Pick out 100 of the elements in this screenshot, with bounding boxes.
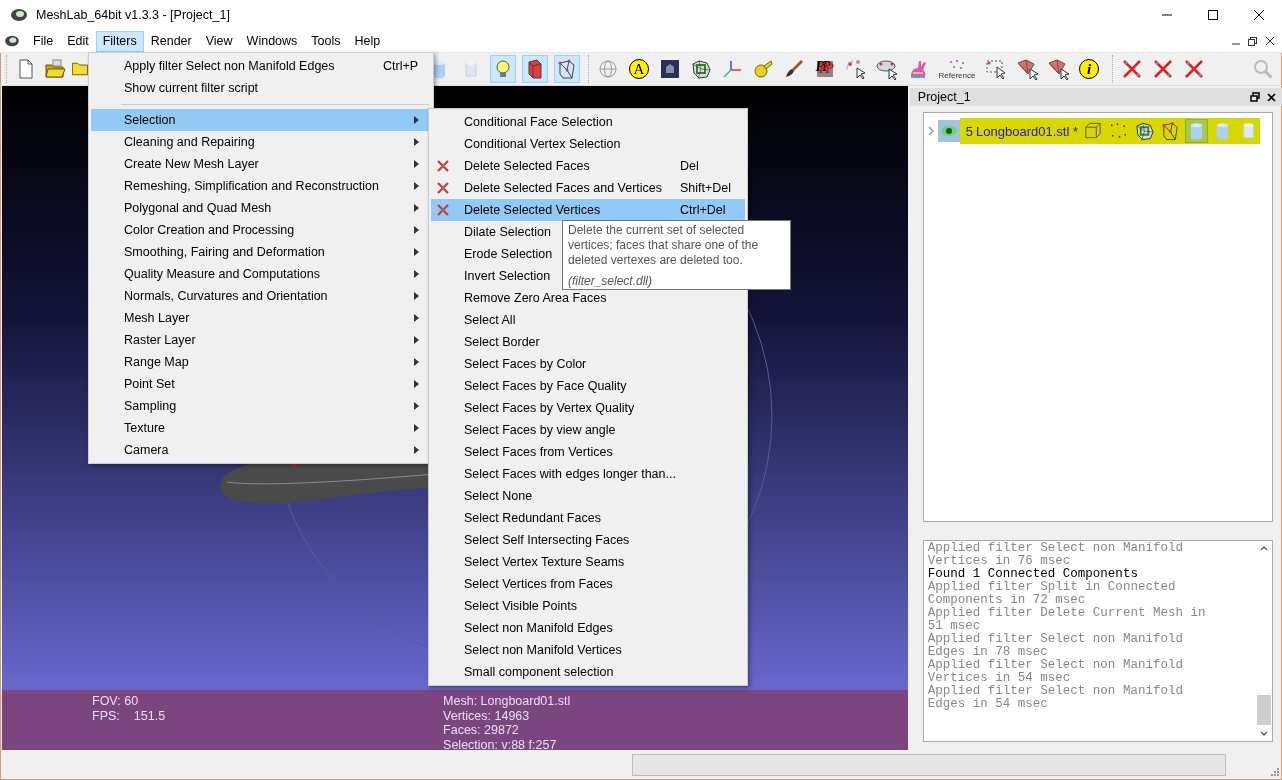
log-line: Applied filter Select non Manifold Edges in 54 msec (927, 685, 1184, 711)
menu-item[interactable]: Sampling (91, 395, 431, 417)
menu-item[interactable]: Select All (431, 309, 745, 331)
menu-item[interactable]: Select Faces by Vertex Quality (431, 397, 745, 419)
eye-icon[interactable] (937, 120, 960, 142)
app-logo-icon (4, 35, 20, 47)
menu-item[interactable]: Remeshing, Simplification and Reconstruction (91, 175, 431, 197)
log-line: Applied filter Select non Manifold Vertices in 54 msec (927, 659, 1184, 685)
menu-item[interactable]: Cleaning and Repairing (91, 131, 431, 153)
dots-cursor-icon (845, 58, 867, 80)
mesh-icon (1134, 120, 1155, 142)
menu-item[interactable]: Select Faces by Face Quality (431, 375, 745, 397)
menu-item[interactable]: Select Vertices from Faces (431, 573, 745, 595)
menu-item[interactable]: Polygonal and Quad Mesh (91, 197, 431, 219)
menu-item[interactable]: Smoothing, Fairing and Deformation (91, 241, 431, 263)
layer-row[interactable]: 5 Longboard01.stl * (959, 118, 1260, 144)
scroll-down-icon[interactable] (1260, 731, 1268, 737)
menu-item[interactable]: Select Visible Points (431, 595, 745, 617)
menu-item[interactable]: Quality Measure and Computations (91, 263, 431, 285)
tooltip-text: Delete the current set of selected vertices; faces that share one of the deleted vertexes are deleted too. (568, 223, 760, 268)
dark-square-icon (659, 58, 681, 80)
mesh-info-text: Vertices: 14963 (443, 708, 531, 723)
scroll-thumb[interactable] (1257, 695, 1271, 725)
tape-measure-icon (752, 58, 774, 80)
log-line: Found 1 Connected Components (927, 568, 1139, 581)
menu-item[interactable]: View (198, 30, 240, 52)
ellipse-cursor-icon (876, 58, 898, 80)
menu-item[interactable]: Select Faces with edges longer than... (431, 463, 745, 485)
mesh-info-text: Mesh: Longboard01.stl (443, 694, 571, 709)
menu-item[interactable]: Select Self Intersecting Faces (431, 529, 745, 551)
submenu-arrow-icon (414, 182, 419, 190)
menu-item[interactable]: Select Faces by view angle (431, 419, 745, 441)
menu-item[interactable]: Camera (91, 439, 431, 461)
menu-item[interactable]: Filters (95, 30, 144, 52)
triangles-cursor-icon (1047, 58, 1069, 80)
lightbulb-button[interactable] (490, 55, 516, 83)
submenu-arrow-icon (414, 314, 419, 322)
menu-item[interactable]: Normals, Curvatures and Orientation (91, 285, 431, 307)
wireframe-box-icon (556, 58, 578, 80)
menu-item[interactable]: Conditional Face Selection (431, 111, 745, 133)
menu-item[interactable]: Tools (304, 30, 348, 52)
log-line: Applied filter Split in Connected Components in 72 msec (927, 581, 1177, 607)
menu-item[interactable]: Delete Selected Faces Del (431, 155, 745, 177)
menu-item[interactable]: Color Creation and Processing (91, 219, 431, 241)
menu-item[interactable]: Select non Manifold Vertices (431, 639, 745, 661)
resize-grip-icon[interactable] (1271, 768, 1279, 776)
menu-item[interactable]: Texture (91, 417, 431, 439)
menu-item[interactable]: Remove Zero Area Faces (431, 287, 745, 309)
menu-item[interactable]: Selection (91, 109, 431, 131)
cross-icon (1183, 58, 1205, 80)
submenu-arrow-icon (414, 358, 419, 366)
menu-item[interactable]: Render (143, 30, 199, 52)
cross-icon (1152, 58, 1174, 80)
submenu-arrow-icon (414, 138, 419, 146)
submenu-arrow-icon (414, 292, 419, 300)
axes-icon (721, 58, 743, 80)
menu-item[interactable]: Small component selection (431, 661, 745, 683)
menu-item[interactable]: Select non Manifold Edges (431, 617, 745, 639)
cross-icon (436, 181, 450, 195)
mesh-info-text: Selection: v:88 f:257 (443, 737, 558, 750)
menu-item[interactable]: Apply filter Select non Manifold Edges Ctrl+P (91, 55, 431, 77)
float-button[interactable] (1248, 90, 1262, 104)
submenu-arrow-icon (414, 446, 419, 454)
close-button[interactable] (1264, 90, 1278, 104)
mesh-info-text: Faces: 29872 (443, 723, 520, 738)
menu-item[interactable]: Point Set (91, 373, 431, 395)
mesh-icon (690, 58, 712, 80)
submenu-arrow-icon (414, 116, 419, 124)
menu-item[interactable]: Help (347, 30, 388, 52)
menu-item[interactable]: Windows (239, 30, 305, 52)
menu-item[interactable]: Select Vertex Texture Seams (431, 551, 745, 573)
triangles-cursor-icon (1016, 58, 1038, 80)
wireframe-box-button[interactable] (554, 55, 580, 83)
menu-item[interactable]: Select Faces from Vertices (431, 441, 745, 463)
close-icon (1254, 10, 1264, 20)
menu-item[interactable]: Select None (431, 485, 745, 507)
menu-item[interactable]: Select Redundant Faces (431, 507, 745, 529)
cross-icon (436, 159, 450, 173)
close-icon (1265, 37, 1274, 45)
folder-icon (72, 62, 88, 76)
reference-button[interactable]: Reference (936, 55, 978, 83)
menu-item[interactable]: Conditional Vertex Selection (431, 133, 745, 155)
log-line: Applied filter Select non Manifold Vertices in 76 msec (927, 542, 1184, 568)
menu-item[interactable]: File (26, 30, 61, 52)
close-icon (1266, 92, 1276, 102)
solid-box-button[interactable] (522, 55, 548, 83)
menu-item[interactable]: Delete Selected Faces and Vertices Shift+Del (431, 177, 745, 199)
scroll-up-icon[interactable] (1260, 545, 1268, 551)
menu-item[interactable]: Select Border (431, 331, 745, 353)
menu-item[interactable]: Range Map (91, 351, 431, 373)
menu-item[interactable]: Raster Layer (91, 329, 431, 351)
search-icon (1252, 58, 1274, 80)
menu-item[interactable]: Create New Mesh Layer (91, 153, 431, 175)
menu-item[interactable]: Edit (60, 30, 96, 52)
fps-value: 151.5 (133, 708, 166, 723)
menu-item[interactable]: Mesh Layer (91, 307, 431, 329)
rectangle-cursor-icon (985, 58, 1007, 80)
globe-icon (597, 58, 619, 80)
menu-item[interactable]: Delete Selected Vertices Ctrl+Del (431, 199, 745, 221)
menu-item[interactable]: Select Faces by Color (431, 353, 745, 375)
